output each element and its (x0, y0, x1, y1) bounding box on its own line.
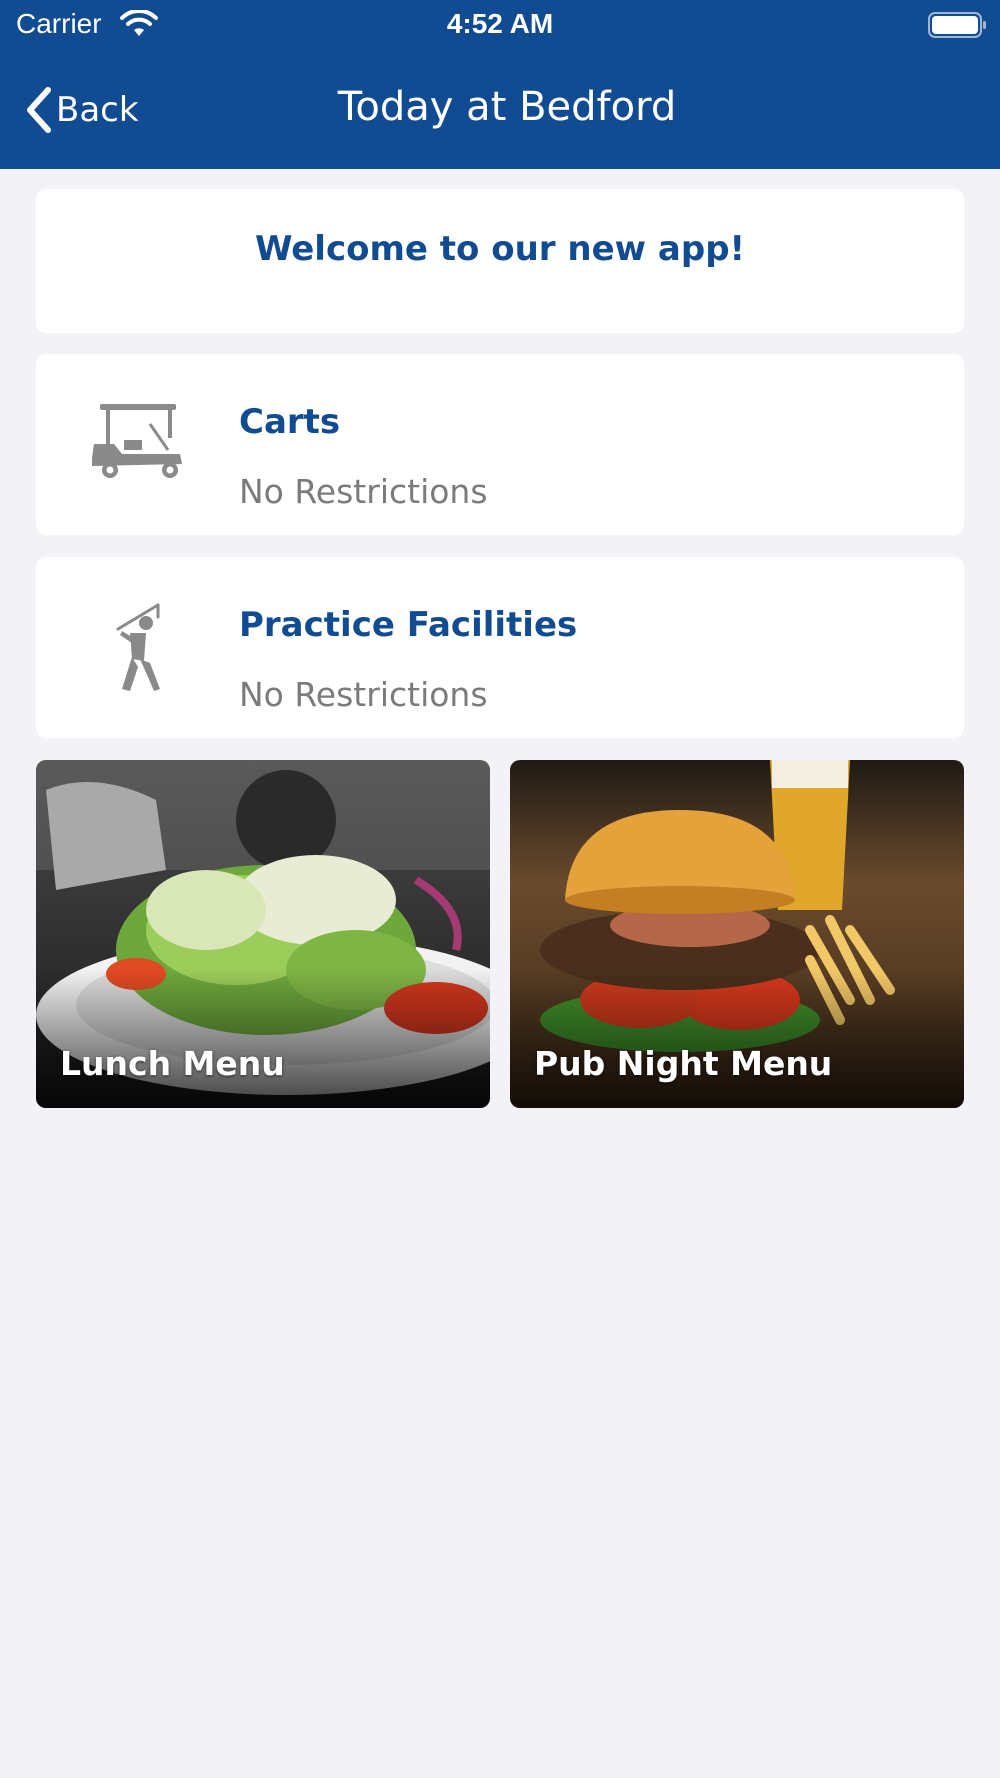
golfer-icon (84, 597, 188, 701)
page-title: Today at Bedford (337, 84, 677, 130)
lunch-menu-tile[interactable]: Lunch Menu (36, 760, 490, 1108)
status-title: Practice Facilities (239, 605, 578, 645)
status-bar: Carrier 4:52 AM (0, 0, 1000, 52)
tile-label: Lunch Menu (60, 1044, 285, 1083)
status-card-carts: Carts No Restrictions (36, 354, 964, 535)
tile-label: Pub Night Menu (534, 1044, 833, 1083)
status-value: No Restrictions (239, 675, 488, 714)
welcome-card: Welcome to our new app! (36, 189, 964, 333)
status-title: Carts (239, 402, 341, 442)
status-value: No Restrictions (239, 472, 488, 511)
welcome-message: Welcome to our new app! (254, 229, 746, 269)
battery-icon (928, 12, 986, 38)
golf-cart-icon (84, 394, 188, 498)
pub-night-menu-tile[interactable]: Pub Night Menu (510, 760, 964, 1108)
status-time: 4:52 AM (446, 8, 554, 39)
navigation-header: Carrier 4:52 AM Back Today at Bedford (0, 0, 1000, 169)
status-card-practice-facilities: Practice Facilities No Restrictions (36, 557, 964, 738)
